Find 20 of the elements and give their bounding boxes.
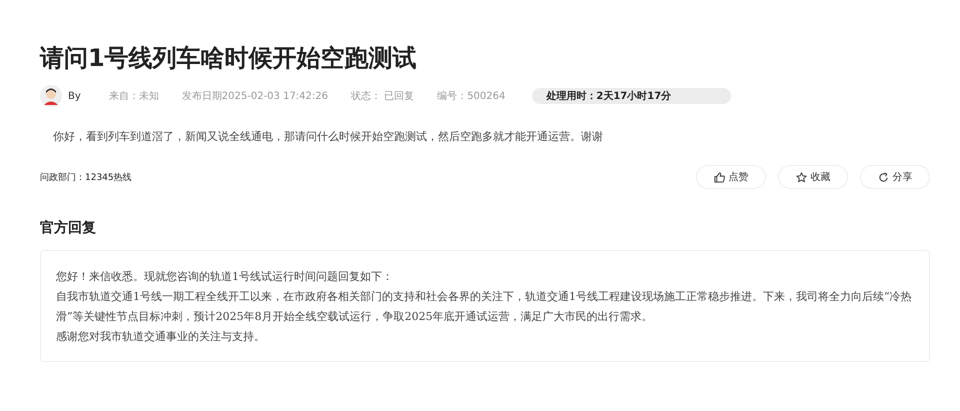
source-text: 来自：未知	[108, 90, 159, 103]
author-label: By	[68, 90, 81, 102]
action-button[interactable]: 分享	[860, 165, 930, 189]
question-title: 请问1号线列车啥时候开始空跑测试	[40, 43, 417, 74]
reply-paragraph: 您好！来信收悉。现就您咨询的轨道1号线试运行时间问题回复如下：	[56, 269, 394, 285]
status-text: 状态： 已回复	[351, 90, 414, 103]
question-text: 你好，看到列车到道滘了，新闻又说全线通电，那请问什么时候开始空跑测试，然后空跑多就才能开通运营。谢谢	[53, 129, 603, 145]
avatar-icon	[40, 85, 62, 107]
reply-heading: 官方回复	[40, 219, 96, 237]
reply-paragraph: 感谢您对我市轨道交通事业的关注与支持。	[56, 329, 266, 345]
thumbs-up-icon	[714, 172, 724, 182]
action-button[interactable]: 点赞	[696, 165, 766, 189]
number-text: 编号：500264	[437, 90, 506, 103]
date-text: 发布日期2025-02-03 17:42:26	[182, 90, 328, 103]
share-icon	[878, 172, 888, 182]
department-text: 问政部门：12345热线	[40, 172, 132, 184]
duration-badge: 处理用时：2天17小时17分	[532, 88, 732, 104]
reply-paragraph: 自我市轨道交通1号线一期工程全线开工以来，在市政府各相关部门的支持和社会各界的关注下，轨道交通1号线工程建设现场施工正常稳步推进。下来，我司将全力向后续“冷热滑”等关键性节点目标冲刺，预计2025年8月开始全线空载试运行，争取2025年底开通试运营，满足广大市民的出行需求。	[56, 289, 913, 325]
star-icon	[796, 172, 806, 182]
action-button[interactable]: 收藏	[778, 165, 848, 189]
